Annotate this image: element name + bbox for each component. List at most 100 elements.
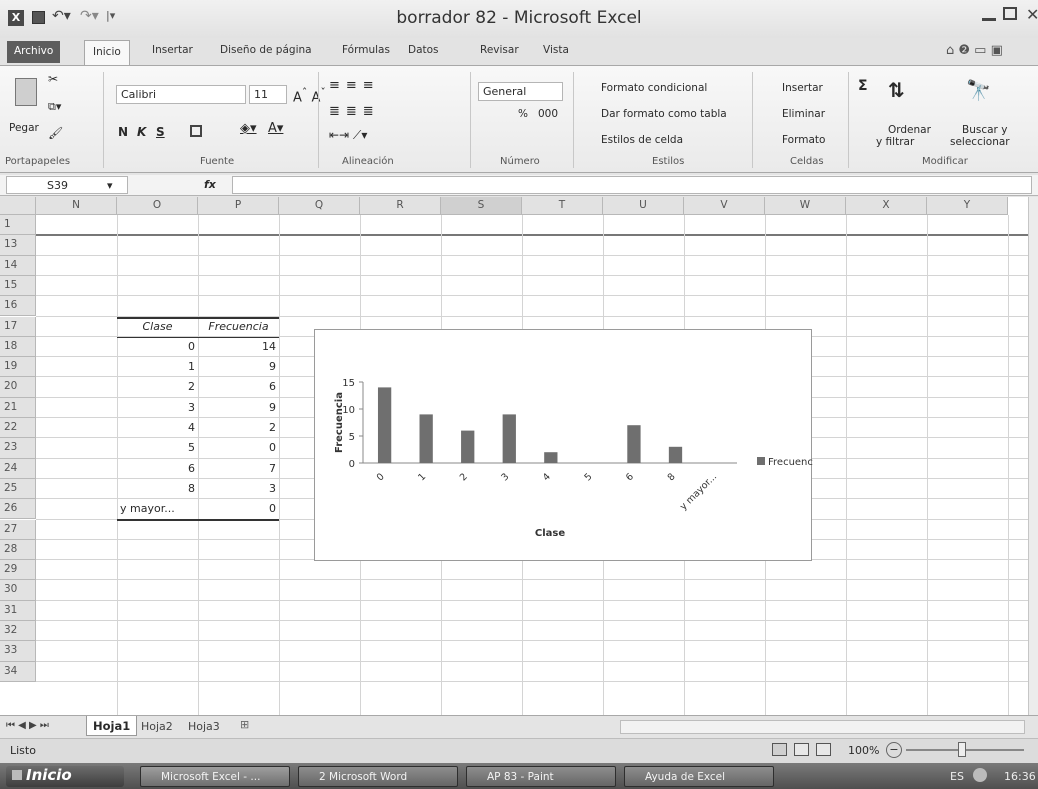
sort-filter-button-line2[interactable]: y filtrar	[876, 136, 914, 148]
tab-revisar[interactable]: Revisar	[472, 38, 527, 64]
tab-vista[interactable]: Vista	[535, 38, 577, 64]
table-header-cell[interactable]: Frecuencia	[198, 320, 279, 333]
tray-icon[interactable]	[973, 768, 987, 782]
cut-icon[interactable]: ✂	[48, 72, 58, 86]
italic-button[interactable]: K	[137, 125, 146, 139]
fill-color-icon[interactable]: ◈▾	[240, 121, 257, 136]
table-cell[interactable]: 0	[117, 340, 198, 353]
worksheet-grid[interactable]: NOPQRSTUVWXY 1 13 14 15 16 17 18 19 20 21 22 23 24 25…	[0, 197, 1038, 715]
table-cell[interactable]: 0	[198, 502, 279, 515]
close-icon[interactable]: ✕	[1026, 5, 1038, 24]
table-cell[interactable]: 14	[198, 340, 279, 353]
table-header-cell[interactable]: Clase	[117, 320, 198, 333]
tab-insertar[interactable]: Insertar	[144, 38, 201, 64]
find-select-button[interactable]: Buscar y	[962, 124, 1007, 136]
zoom-out-icon[interactable]: −	[886, 742, 902, 758]
restore-icon[interactable]	[1003, 7, 1017, 20]
thousands-button[interactable]: 000	[538, 108, 558, 120]
bar[interactable]	[502, 414, 516, 463]
table-cell[interactable]: 6	[117, 462, 198, 475]
tab-formulas[interactable]: Fórmulas	[334, 38, 398, 64]
percent-button[interactable]: %	[518, 108, 528, 120]
fx-icon[interactable]: fx	[204, 178, 216, 191]
font-color-icon[interactable]: A▾	[268, 121, 283, 136]
bar[interactable]	[461, 430, 475, 463]
font-name-select[interactable]: Calibri	[116, 85, 246, 104]
table-cell[interactable]: 0	[198, 441, 279, 454]
ribbon: Pegar ✂ ⧉▾ 🖌 Portapapeles Calibri 11 Aˆ …	[0, 65, 1038, 173]
view-layout-icon[interactable]	[794, 743, 809, 756]
number-format-select[interactable]: General	[478, 82, 563, 101]
bar[interactable]	[668, 446, 683, 463]
minimize-icon[interactable]	[982, 18, 996, 21]
table-cell[interactable]: 2	[117, 380, 198, 393]
sheet-tab-hoja1[interactable]: Hoja1	[86, 716, 138, 736]
tab-archivo[interactable]: Archivo	[7, 41, 61, 63]
separator	[318, 72, 319, 168]
table-cell[interactable]: 3	[198, 482, 279, 495]
vertical-scrollbar[interactable]	[1028, 197, 1038, 715]
indent-icon[interactable]: ⇤⇥ ⟋▾	[329, 128, 367, 143]
taskbar-word[interactable]: 2 Microsoft Word	[298, 766, 458, 787]
sort-filter-icon[interactable]: ⇅	[888, 78, 905, 102]
copy-icon[interactable]: ⧉▾	[48, 100, 61, 114]
bar[interactable]	[544, 452, 558, 463]
border-icon[interactable]	[190, 125, 202, 137]
table-cell[interactable]: 7	[198, 462, 279, 475]
cell-styles-button[interactable]: Estilos de celda	[601, 134, 683, 146]
separator	[470, 72, 471, 168]
tab-inicio[interactable]: Inicio	[84, 40, 130, 65]
insert-sheet-icon[interactable]: ⊞	[240, 718, 249, 731]
sort-filter-button[interactable]: Ordenar	[888, 124, 931, 136]
format-button[interactable]: Formato	[782, 134, 825, 146]
start-button[interactable]: Inicio	[6, 766, 124, 787]
language-indicator[interactable]: ES	[950, 770, 964, 783]
delete-button[interactable]: Eliminar	[782, 108, 825, 120]
chart-area[interactable]: 0 5 10 15 0 1 2 3 4 5 6 8 y mayor... Clase Frecuencia F…	[314, 329, 822, 561]
table-cell[interactable]: 9	[198, 360, 279, 373]
table-cell[interactable]: y mayor...	[117, 502, 198, 515]
align-top-icon[interactable]: ≡≡≡	[329, 78, 380, 93]
align-left-icon[interactable]: ≣≣≣	[329, 104, 380, 119]
bar[interactable]	[419, 414, 433, 463]
table-cell[interactable]: 4	[117, 421, 198, 434]
horizontal-scrollbar[interactable]	[620, 720, 1025, 734]
table-cell[interactable]: 2	[198, 421, 279, 434]
sheet-nav-icon[interactable]: ⏮ ◀ ▶ ⏭	[6, 720, 49, 731]
view-pagebreak-icon[interactable]	[816, 743, 831, 756]
bold-button[interactable]: N	[118, 125, 128, 139]
table-cell[interactable]: 9	[198, 401, 279, 414]
tab-datos[interactable]: Datos	[400, 38, 447, 64]
taskbar-paint[interactable]: AP 83 - Paint	[466, 766, 616, 787]
table-cell[interactable]: 6	[198, 380, 279, 393]
tab-diseno[interactable]: Diseño de página	[212, 38, 320, 64]
grow-font-icon[interactable]: Aˆ Aˇ	[293, 86, 326, 105]
bar[interactable]	[377, 387, 392, 463]
formula-input[interactable]	[232, 176, 1032, 194]
underline-button[interactable]: S	[156, 125, 165, 139]
y-tick-label: 0	[349, 459, 355, 470]
taskbar-help[interactable]: Ayuda de Excel	[624, 766, 774, 787]
find-select-button-line2[interactable]: seleccionar	[950, 136, 1010, 148]
help-icon[interactable]: ⌂ ❷ ▭ ▣	[946, 43, 1003, 58]
zoom-slider-handle[interactable]	[958, 742, 966, 757]
paste-icon[interactable]	[15, 78, 37, 106]
name-box[interactable]: S39 ▾	[6, 176, 128, 194]
autosum-icon[interactable]: Σ	[858, 78, 868, 94]
table-cell[interactable]: 1	[117, 360, 198, 373]
format-as-table-button[interactable]: Dar formato como tabla	[601, 108, 727, 120]
sheet-tab-hoja3[interactable]: Hoja3	[182, 718, 226, 735]
table-cell[interactable]: 5	[117, 441, 198, 454]
table-cell[interactable]: 3	[117, 401, 198, 414]
table-cell[interactable]: 8	[117, 482, 198, 495]
taskbar-excel[interactable]: Microsoft Excel - ...	[140, 766, 290, 787]
conditional-format-button[interactable]: Formato condicional	[601, 82, 707, 94]
paste-button[interactable]: Pegar	[9, 122, 39, 134]
view-normal-icon[interactable]	[772, 743, 787, 756]
bar[interactable]	[627, 425, 641, 463]
font-size-select[interactable]: 11	[249, 85, 287, 104]
format-painter-icon[interactable]: 🖌	[48, 126, 63, 140]
insert-button[interactable]: Insertar	[782, 82, 823, 94]
sheet-tab-hoja2[interactable]: Hoja2	[135, 718, 179, 735]
find-icon[interactable]: 🔭	[966, 78, 991, 102]
